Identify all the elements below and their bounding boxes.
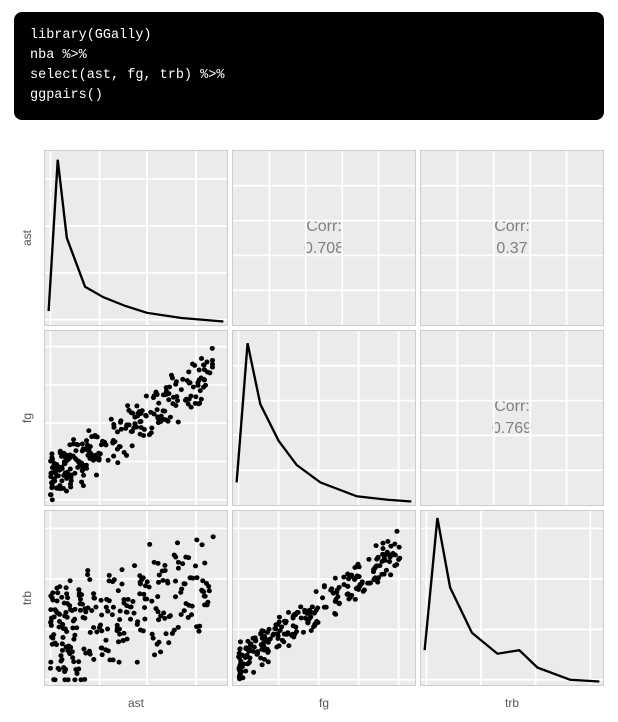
panel-corr-ast-trb: Corr:0.37 [420, 150, 604, 326]
panel-corr-ast-fg: Corr:0.708 [232, 150, 416, 326]
code-line1: library(GGally) [30, 28, 152, 43]
code-line3: select(ast, fg, trb) %>% [30, 68, 224, 83]
col-label-fg: fg [232, 690, 416, 710]
row-label-fg: fg [14, 330, 40, 506]
col-label-trb: trb [420, 690, 604, 710]
density-fg [237, 343, 412, 501]
panel-corr-fg-trb: Corr:0.769 [420, 330, 604, 506]
panel-scatter-trb-vs-ast: 0 300 600 900 0 200 400 600 [44, 510, 228, 686]
points [48, 534, 216, 682]
panel-trb-density: 0 300 600 900 [420, 510, 604, 686]
code-line2: nba %>% [30, 48, 87, 63]
density-ast [49, 160, 224, 322]
panel-fg-density [232, 330, 416, 506]
code-block: library(GGally) nba %>% select(ast, fg, … [14, 12, 604, 120]
panel-scatter-trb-vs-fg: 0 200 400 600 800 [232, 510, 416, 686]
row-label-ast: ast [14, 150, 40, 326]
panel-scatter-fg-vs-ast: 0 200 400 600 800 [44, 330, 228, 506]
col-label-ast: ast [44, 690, 228, 710]
row-label-trb: trb [14, 510, 40, 686]
pairs-plot: ast 0 200 400 600 [14, 150, 604, 710]
code-line4: ggpairs() [30, 88, 103, 103]
density-trb [425, 518, 600, 682]
panel-ast-density: 0 200 400 600 [44, 150, 228, 326]
